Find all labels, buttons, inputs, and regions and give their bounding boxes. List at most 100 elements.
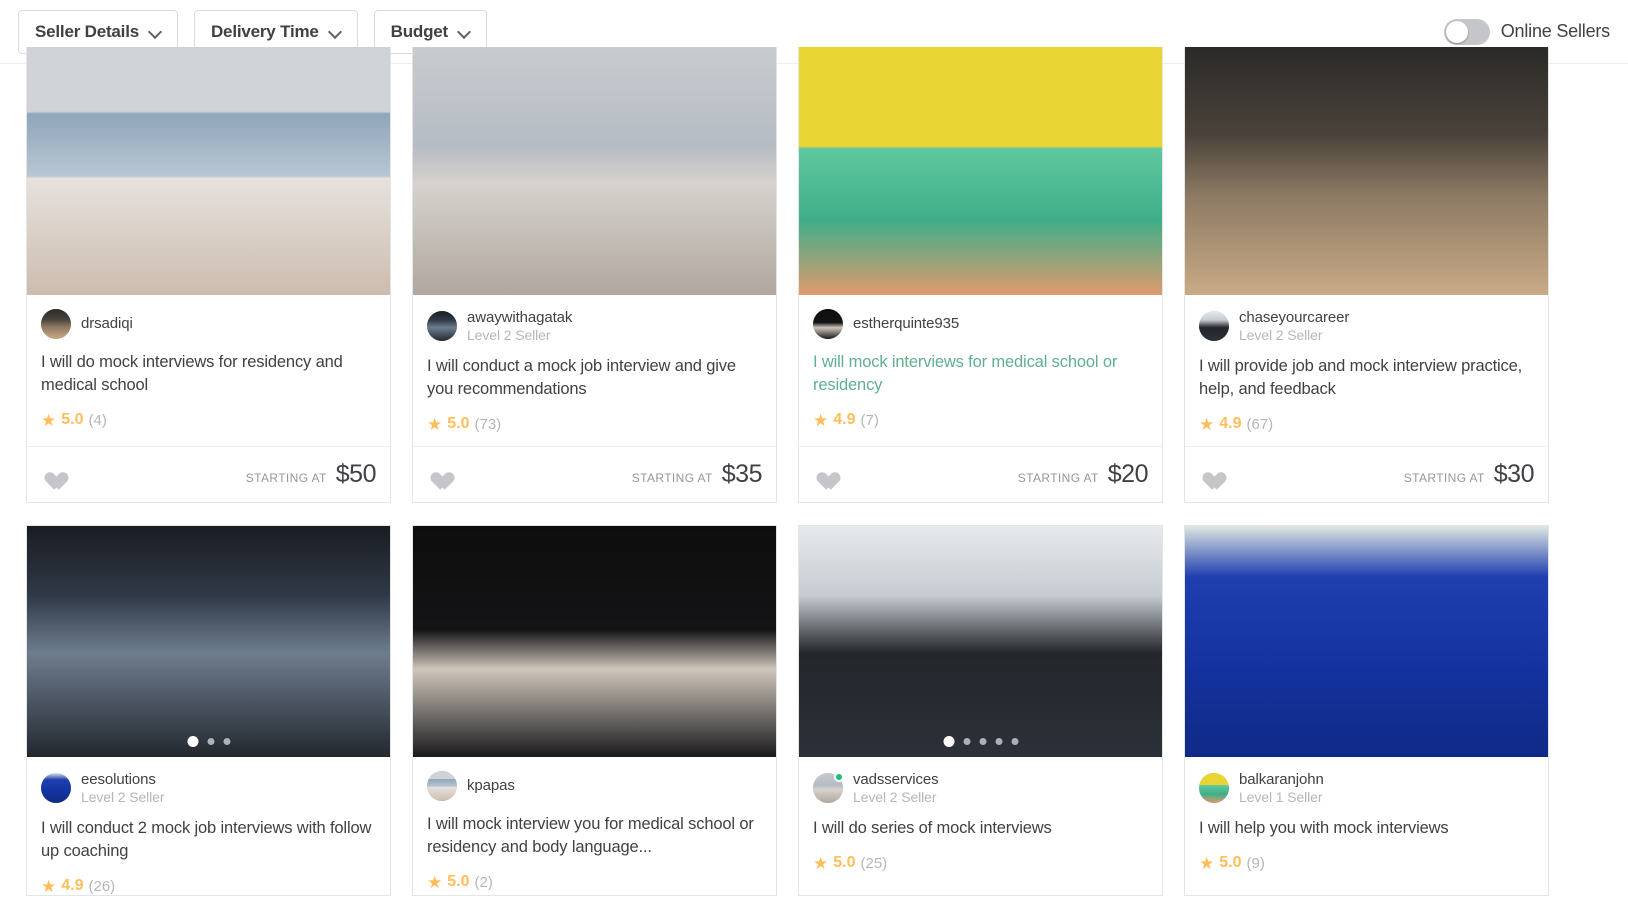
avatar[interactable] xyxy=(1199,773,1229,804)
gig-title[interactable]: I will conduct 2 mock job interviews wit… xyxy=(41,817,376,863)
carousel-dot[interactable] xyxy=(1011,738,1018,746)
online-sellers-toggle[interactable] xyxy=(1443,18,1490,45)
gig-title[interactable]: I will provide job and mock interview pr… xyxy=(1199,355,1534,401)
seller-text: chaseyourcareer Level 2 Seller xyxy=(1239,309,1349,343)
avatar[interactable] xyxy=(813,772,844,804)
carousel-dot[interactable] xyxy=(943,736,954,748)
seller-username[interactable]: awaywithagatak xyxy=(467,309,572,327)
gig-title[interactable]: I will conduct a mock job interview and … xyxy=(427,355,762,401)
gig-thumbnail[interactable] xyxy=(413,526,776,758)
gig-thumbnail[interactable] xyxy=(799,526,1162,758)
seller-row[interactable]: vadsservices Level 2 Seller xyxy=(813,771,1148,805)
gig-card[interactable]: balkaranjohn Level 1 Seller I will help yo… xyxy=(1184,525,1549,897)
seller-username[interactable]: eesolutions xyxy=(81,771,164,789)
gig-card-body: eesolutions Level 2 Seller I will conduct … xyxy=(27,757,390,895)
online-sellers-control: Online Sellers xyxy=(1443,18,1628,45)
gig-thumbnail[interactable] xyxy=(799,47,1162,295)
gig-thumbnail[interactable] xyxy=(413,47,776,295)
seller-username[interactable]: chaseyourcareer xyxy=(1239,309,1349,327)
gig-card-body: balkaranjohn Level 1 Seller I will help yo… xyxy=(1185,757,1548,895)
gig-thumbnail-image xyxy=(1185,47,1548,295)
carousel-dot[interactable] xyxy=(207,738,214,746)
rating-count: (7) xyxy=(860,411,879,429)
heart-icon[interactable] xyxy=(427,465,448,484)
gig-card-footer: STARTING AT $30 xyxy=(1185,446,1548,502)
avatar[interactable] xyxy=(1199,311,1229,342)
gig-title[interactable]: I will do mock interviews for residency … xyxy=(41,351,376,397)
avatar[interactable] xyxy=(41,309,71,339)
seller-row[interactable]: balkaranjohn Level 1 Seller xyxy=(1199,771,1534,805)
seller-username[interactable]: drsadiqi xyxy=(81,315,133,333)
gig-thumbnail[interactable] xyxy=(1185,47,1548,295)
gig-rating: ★ 5.0 (25) xyxy=(813,854,1148,872)
gig-card[interactable]: drsadiqi I will do mock interviews for re… xyxy=(26,47,391,504)
avatar-image xyxy=(427,311,457,342)
heart-icon[interactable] xyxy=(1199,465,1220,484)
gig-card[interactable]: estherquinte935 I will mock interviews fo… xyxy=(798,47,1163,504)
seller-level-badge: Level 2 Seller xyxy=(467,326,551,343)
online-sellers-label: Online Sellers xyxy=(1500,21,1610,41)
seller-username[interactable]: vadsservices xyxy=(853,771,939,789)
gig-title[interactable]: I will do series of mock interviews xyxy=(813,817,1148,840)
carousel-dot[interactable] xyxy=(979,738,986,746)
star-icon: ★ xyxy=(41,876,57,896)
rating-score: 5.0 xyxy=(833,854,856,872)
gig-card[interactable]: awaywithagatak Level 2 Seller I will condu… xyxy=(412,47,777,504)
gig-thumbnail-image xyxy=(799,526,1162,758)
gig-thumbnail[interactable] xyxy=(1185,526,1548,758)
seller-level-badge: Level 2 Seller xyxy=(1239,326,1323,343)
starting-at-label: STARTING AT xyxy=(1403,471,1485,486)
rating-score: 5.0 xyxy=(447,415,470,433)
gig-rating: ★ 4.9 (67) xyxy=(1199,415,1534,433)
gig-thumbnail[interactable] xyxy=(27,47,390,295)
rating-count: (25) xyxy=(860,854,888,872)
seller-text: drsadiqi xyxy=(81,315,133,333)
gig-price: $30 xyxy=(1493,460,1535,489)
carousel-dot[interactable] xyxy=(187,736,198,748)
gig-card[interactable]: kpapas I will mock interview you for medi… xyxy=(412,525,777,897)
seller-row[interactable]: kpapas xyxy=(427,771,762,802)
chevron-down-icon xyxy=(330,26,341,37)
seller-row[interactable]: eesolutions Level 2 Seller xyxy=(41,771,376,805)
gig-rating: ★ 4.9 (26) xyxy=(41,877,376,895)
seller-username[interactable]: estherquinte935 xyxy=(853,315,959,333)
rating-count: (9) xyxy=(1246,854,1265,872)
gig-rating: ★ 5.0 (2) xyxy=(427,873,762,891)
seller-row[interactable]: chaseyourcareer Level 2 Seller xyxy=(1199,309,1534,343)
avatar[interactable] xyxy=(427,771,457,802)
avatar[interactable] xyxy=(813,309,843,339)
carousel-dots[interactable] xyxy=(187,736,230,748)
gig-title[interactable]: I will mock interview you for medical sc… xyxy=(427,813,762,859)
gig-title[interactable]: I will help you with mock interviews xyxy=(1199,817,1534,840)
rating-count: (67) xyxy=(1246,415,1274,433)
seller-row[interactable]: awaywithagatak Level 2 Seller xyxy=(427,309,762,343)
avatar[interactable] xyxy=(427,311,457,342)
avatar[interactable] xyxy=(41,773,71,804)
seller-row[interactable]: estherquinte935 xyxy=(813,309,1148,339)
gig-grid: drsadiqi I will do mock interviews for re… xyxy=(26,47,1602,897)
heart-icon[interactable] xyxy=(813,465,834,484)
gig-thumbnail-image xyxy=(27,526,390,758)
carousel-dots[interactable] xyxy=(943,736,1018,748)
heart-icon[interactable] xyxy=(41,465,62,484)
gig-thumbnail[interactable] xyxy=(27,526,390,758)
seller-username[interactable]: balkaranjohn xyxy=(1239,771,1324,789)
gig-card-body: vadsservices Level 2 Seller I will do seri… xyxy=(799,757,1162,895)
carousel-dot[interactable] xyxy=(995,738,1002,746)
seller-row[interactable]: drsadiqi xyxy=(41,309,376,339)
gig-card[interactable]: eesolutions Level 2 Seller I will conduct … xyxy=(26,525,391,897)
toggle-knob xyxy=(1445,20,1468,43)
gig-card[interactable]: vadsservices Level 2 Seller I will do seri… xyxy=(798,525,1163,897)
seller-text: eesolutions Level 2 Seller xyxy=(81,771,165,805)
starting-at-label: STARTING AT xyxy=(631,471,713,486)
rating-count: (73) xyxy=(474,415,502,433)
gig-card-body: drsadiqi I will do mock interviews for re… xyxy=(27,295,390,433)
gig-card[interactable]: chaseyourcareer Level 2 Seller I will prov… xyxy=(1184,47,1549,504)
starting-at-label: STARTING AT xyxy=(245,471,327,486)
seller-username[interactable]: kpapas xyxy=(467,777,515,795)
carousel-dot[interactable] xyxy=(223,738,230,746)
carousel-dot[interactable] xyxy=(963,738,970,746)
gig-title[interactable]: I will mock interviews for medical schoo… xyxy=(813,351,1148,397)
rating-count: (2) xyxy=(474,873,493,891)
gig-price: $35 xyxy=(721,460,763,489)
